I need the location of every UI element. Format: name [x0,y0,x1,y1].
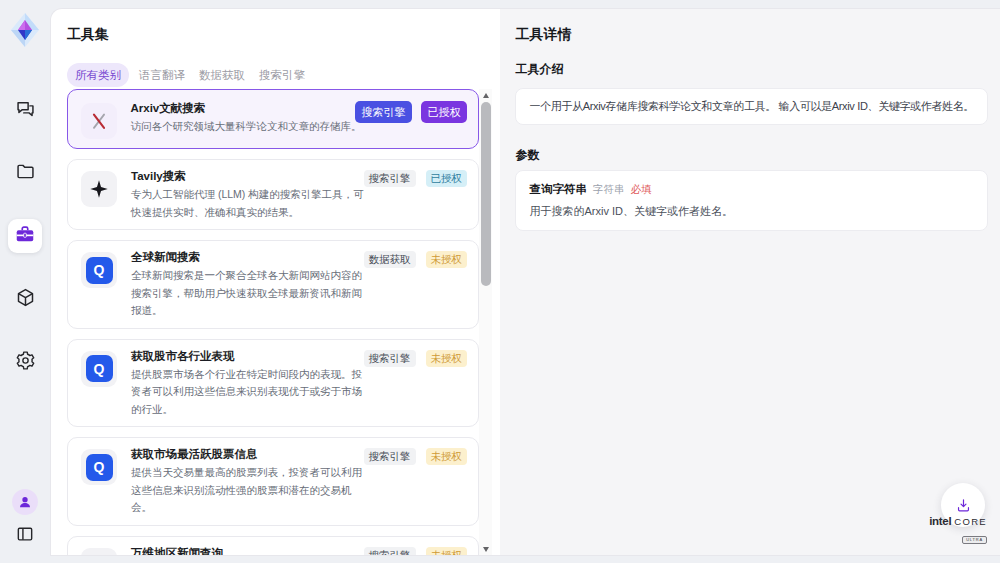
tool-description: 访问各个研究领域大量科学论文和文章的存储库。 [131,118,369,136]
active-stocks-icon: Q [81,449,117,485]
app-logo-icon [9,12,41,48]
tool-name: 万维地区新闻查询 [131,545,381,557]
core-wordmark: CORE [954,516,987,527]
tab-data-fetch[interactable]: 数据获取 [195,63,249,87]
chat-icon [15,98,36,123]
collapse-sidebar-button[interactable] [8,521,42,551]
tool-description: 专为人工智能代理 (LLM) 构建的搜索引擎工具，可快速提供实时、准确和真实的结… [131,186,369,221]
auth-status-tag: 未授权 [426,547,468,557]
detail-title: 工具详情 [515,26,988,42]
folder-icon [15,161,36,186]
param-description: 用于搜索的Arxiv ID、关键字或作者姓名。 [529,205,974,218]
tavily-icon [81,171,117,207]
tool-description: 全球新闻搜索是一个聚合全球各大新闻网站内容的搜索引擎，帮助用户快速获取全球最新资… [131,267,369,320]
panel-toggle-icon [15,524,35,548]
global-news-icon: Q [81,252,117,288]
tool-detail-panel: 工具详情 工具介绍 一个用于从Arxiv存储库搜索科学论文和文章的工具。 输入可… [500,9,1000,555]
category-tag: 数据获取 [364,251,416,268]
auth-status-tag: 未授权 [426,448,468,465]
regional-news-icon [81,548,117,557]
tool-description: 提供当天交易量最高的股票列表，投资者可以利用这些信息来识别流动性强的股票和潜在的… [131,464,369,517]
sidebar-item-toolbox[interactable] [8,219,42,253]
gear-icon [15,350,36,375]
category-tabs: 所有类别 语言翻译 数据获取 搜索引擎 [67,63,500,87]
tool-card-regional-news[interactable]: 万维地区新闻查询 查询具体行政区划内的新闻，快速了解各地新闻动 搜索引擎 未授权 [67,536,479,557]
intel-core-logo: intel CORE ULTRA [929,515,987,545]
tool-name: 获取股市各行业表现 [131,348,381,364]
stock-sectors-icon: Q [81,351,117,387]
main-container: 工具集 所有类别 语言翻译 数据获取 搜索引擎 Arxiv文献搜索 访问各个研究… [50,8,1000,556]
tool-card-arxiv[interactable]: Arxiv文献搜索 访问各个研究领域大量科学论文和文章的存储库。 搜索引擎 已授… [67,89,479,149]
auth-status-tag: 未授权 [426,251,468,268]
sidebar-item-package[interactable] [8,282,42,316]
tool-card-active-stocks[interactable]: Q 获取市场最活跃股票信息 提供当天交易量最高的股票列表，投资者可以利用这些信息… [67,437,479,526]
category-tag: 搜索引擎 [364,170,416,187]
category-tag: 搜索引擎 [364,350,416,367]
tool-name: 获取市场最活跃股票信息 [131,446,381,462]
app-sidebar [0,0,50,563]
tool-name: Arxiv文献搜索 [131,100,381,116]
category-button[interactable]: 搜索引擎 [355,101,412,123]
category-tag: 搜索引擎 [364,547,416,557]
tool-description: 提供股票市场各个行业在特定时间段内的表现。投资者可以利用这些信息来识别表现优于或… [131,366,369,419]
toolbox-icon [14,223,36,249]
tab-all-categories[interactable]: 所有类别 [67,63,129,87]
tool-name: 全球新闻搜索 [131,249,381,265]
category-tag: 搜索引擎 [364,448,416,465]
tool-card-stock-sectors[interactable]: Q 获取股市各行业表现 提供股票市场各个行业在特定时间段内的表现。投资者可以利用… [67,339,479,428]
auth-status-button[interactable]: 已授权 [421,101,467,123]
params-heading: 参数 [515,148,988,162]
sidebar-nav [8,93,42,379]
tab-translation[interactable]: 语言翻译 [135,63,189,87]
scroll-up-arrow[interactable] [479,89,492,101]
param-required-badge: 必填 [630,183,651,197]
param-type: 字符串 [593,183,625,197]
intel-ultra-badge: ULTRA [962,536,987,544]
tool-card-global-news[interactable]: Q 全球新闻搜索 全球新闻搜索是一个聚合全球各大新闻网站内容的搜索引擎，帮助用户… [67,240,479,329]
auth-status-tag: 未授权 [426,350,468,367]
user-avatar[interactable] [12,489,38,515]
list-scrollbar[interactable] [479,89,492,555]
scrollbar-thumb[interactable] [481,102,491,286]
sidebar-item-folder[interactable] [8,156,42,190]
tool-intro-text: 一个用于从Arxiv存储库搜索科学论文和文章的工具。 输入可以是Arxiv ID… [515,88,988,125]
auth-status-tag: 已授权 [426,170,468,187]
sidebar-item-chat[interactable] [8,93,42,127]
tool-list: Arxiv文献搜索 访问各个研究领域大量科学论文和文章的存储库。 搜索引擎 已授… [67,89,479,556]
arxiv-icon [81,103,117,139]
toolset-panel: 工具集 所有类别 语言翻译 数据获取 搜索引擎 Arxiv文献搜索 访问各个研究… [51,9,500,555]
toolset-title: 工具集 [67,26,500,42]
tool-card-tavily[interactable]: Tavily搜索 专为人工智能代理 (LLM) 构建的搜索引擎工具，可快速提供实… [67,159,479,230]
parameter-card: 查询字符串 字符串 必填 用于搜索的Arxiv ID、关键字或作者姓名。 [515,170,988,231]
tab-search-engine[interactable]: 搜索引擎 [255,63,309,87]
intel-wordmark: intel [929,515,951,527]
intro-heading: 工具介绍 [515,62,988,76]
scroll-down-arrow[interactable] [479,543,492,555]
tool-name: Tavily搜索 [131,168,381,184]
package-icon [15,287,36,312]
param-name: 查询字符串 [529,182,587,196]
sidebar-item-settings[interactable] [8,345,42,379]
